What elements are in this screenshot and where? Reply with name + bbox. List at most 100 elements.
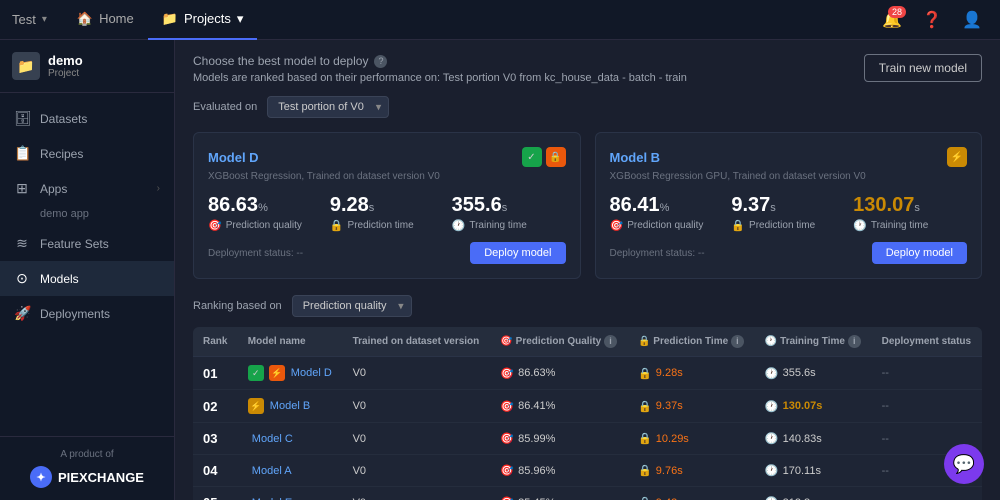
pt-info-icon[interactable]: i bbox=[731, 335, 744, 348]
notification-badge: 28 bbox=[888, 6, 906, 18]
cell-rank: 04 bbox=[193, 455, 238, 487]
model-b-pq: 86.41% 🎯 Prediction quality bbox=[610, 194, 724, 232]
layout: 📁 demo Project 🗄 Datasets 📋 Recipes ⊞ Ap… bbox=[0, 40, 1000, 500]
cell-pt: 🔒10.29s bbox=[628, 423, 755, 455]
model-d-badge-lock: 🔒 bbox=[546, 147, 566, 167]
model-b-metrics: 86.41% 🎯 Prediction quality 9.37s 🔒 Pred… bbox=[610, 194, 968, 232]
apps-sub-label: demo app bbox=[0, 206, 174, 226]
table-row: 01 ✓⚡ Model D V0 🎯86.63% 🔒9.28s 🕐355.6s … bbox=[193, 357, 982, 390]
model-name-link[interactable]: Model A bbox=[252, 465, 292, 477]
model-d-name[interactable]: Model D bbox=[208, 150, 259, 165]
cell-status: -- bbox=[872, 390, 982, 423]
cell-tt: 🕐130.07s bbox=[755, 390, 872, 423]
cell-status: -- bbox=[872, 357, 982, 390]
project-type: Project bbox=[48, 68, 83, 79]
row-badge: ⚡ bbox=[248, 398, 264, 414]
user-button[interactable]: 👤 bbox=[956, 4, 988, 36]
cell-rank: 05 bbox=[193, 487, 238, 500]
cell-pt: 🔒9.43s bbox=[628, 487, 755, 500]
pq-info-icon[interactable]: i bbox=[604, 335, 617, 348]
models-table: Rank Model name Trained on dataset versi… bbox=[193, 327, 982, 500]
cell-version: V0 bbox=[343, 357, 491, 390]
cell-version: V0 bbox=[343, 455, 491, 487]
sidebar-item-feature-sets[interactable]: ≋ Feature Sets bbox=[0, 226, 174, 261]
table-row: 05 Model E V0 🎯85.45% 🔒9.43s 🕐212.8s -- bbox=[193, 487, 982, 500]
table-header-row: Rank Model name Trained on dataset versi… bbox=[193, 327, 982, 357]
chat-button[interactable]: 💬 bbox=[944, 444, 984, 484]
cell-model-badges-name: Model E bbox=[238, 487, 343, 500]
project-name: demo bbox=[48, 53, 83, 68]
train-new-model-button[interactable]: Train new model bbox=[864, 54, 982, 82]
piex-name: PIEXCHANGE bbox=[58, 470, 144, 485]
brand-menu[interactable]: Test ▾ bbox=[12, 12, 47, 27]
help-button[interactable]: ❓ bbox=[916, 4, 948, 36]
brand-label: Test bbox=[12, 12, 36, 27]
tt-info-icon[interactable]: i bbox=[848, 335, 861, 348]
project-icon: 📁 bbox=[12, 52, 40, 80]
notifications-button[interactable]: 🔔 28 bbox=[876, 4, 908, 36]
model-b-tt: 130.07s 🕐 Training time bbox=[853, 194, 967, 232]
brand-chevron: ▾ bbox=[42, 14, 47, 25]
model-b-desc: XGBoost Regression GPU, Trained on datas… bbox=[610, 171, 968, 182]
nav-icons-group: 🔔 28 ❓ 👤 bbox=[876, 4, 988, 36]
model-cards: Model D ✓ 🔒 XGBoost Regression, Trained … bbox=[193, 132, 982, 279]
model-d-metrics: 86.63% 🎯 Prediction quality 9.28s 🔒 Pred… bbox=[208, 194, 566, 232]
nav-home[interactable]: 🏠 Home bbox=[63, 0, 148, 40]
apps-arrow: › bbox=[157, 183, 160, 194]
sidebar-item-apps[interactable]: ⊞ Apps › bbox=[0, 171, 174, 206]
sidebar-item-recipes[interactable]: 📋 Recipes bbox=[0, 136, 174, 171]
home-icon: 🏠 bbox=[77, 11, 93, 27]
ranking-select[interactable]: Prediction quality bbox=[292, 295, 412, 317]
cell-pt: 🔒9.37s bbox=[628, 390, 755, 423]
col-pt: 🔒 Prediction Time i bbox=[628, 327, 755, 357]
ranking-label: Ranking based on bbox=[193, 300, 282, 312]
projects-chevron: ▾ bbox=[237, 11, 244, 27]
top-nav: Test ▾ 🏠 Home 📁 Projects ▾ 🔔 28 ❓ 👤 bbox=[0, 0, 1000, 40]
model-b-pt: 9.37s 🔒 Prediction time bbox=[731, 194, 845, 232]
cell-pt: 🔒9.76s bbox=[628, 455, 755, 487]
datasets-icon: 🗄 bbox=[14, 110, 30, 127]
col-status: Deployment status bbox=[872, 327, 982, 357]
cell-pq: 🎯85.45% bbox=[490, 487, 628, 500]
cell-pq: 🎯85.96% bbox=[490, 455, 628, 487]
sidebar-item-models[interactable]: ⊙ Models bbox=[0, 261, 174, 296]
nav-projects[interactable]: 📁 Projects ▾ bbox=[148, 0, 258, 40]
model-d-deploy-button[interactable]: Deploy model bbox=[470, 242, 565, 264]
model-d-badges: ✓ 🔒 bbox=[522, 147, 566, 167]
cell-pt: 🔒9.28s bbox=[628, 357, 755, 390]
ranking-select-wrapper: Prediction quality bbox=[292, 295, 412, 317]
model-b-deploy-button[interactable]: Deploy model bbox=[872, 242, 967, 264]
deployments-icon: 🚀 bbox=[14, 305, 30, 322]
projects-icon: 📁 bbox=[162, 11, 178, 27]
col-model-name: Model name bbox=[238, 327, 343, 357]
model-name-link[interactable]: Model D bbox=[291, 367, 332, 379]
footer-text: A product of bbox=[12, 449, 162, 460]
model-d-status: Deployment status: -- bbox=[208, 248, 303, 259]
sidebar-item-deployments[interactable]: 🚀 Deployments bbox=[0, 296, 174, 331]
title-info-icon[interactable]: ? bbox=[374, 55, 387, 68]
main-title: Choose the best model to deploy ? bbox=[193, 54, 687, 68]
cell-version: V0 bbox=[343, 423, 491, 455]
cell-rank: 02 bbox=[193, 390, 238, 423]
model-name-link[interactable]: Model B bbox=[270, 400, 310, 412]
cell-tt: 🕐170.11s bbox=[755, 455, 872, 487]
chat-icon: 💬 bbox=[953, 454, 975, 475]
model-name-link[interactable]: Model C bbox=[252, 433, 293, 445]
cell-pq: 🎯86.63% bbox=[490, 357, 628, 390]
cell-version: V0 bbox=[343, 390, 491, 423]
table-row: 02 ⚡ Model B V0 🎯86.41% 🔒9.37s 🕐130.07s … bbox=[193, 390, 982, 423]
eval-select[interactable]: Test portion of V0 bbox=[267, 96, 389, 118]
cell-version: V0 bbox=[343, 487, 491, 500]
models-icon: ⊙ bbox=[14, 270, 30, 287]
ranking-row: Ranking based on Prediction quality bbox=[193, 295, 982, 317]
model-b-badges: ⚡ bbox=[947, 147, 967, 167]
sidebar-project: 📁 demo Project bbox=[0, 40, 174, 93]
row-badge: ⚡ bbox=[269, 365, 285, 381]
sidebar-item-datasets[interactable]: 🗄 Datasets bbox=[0, 101, 174, 136]
feature-sets-icon: ≋ bbox=[14, 235, 30, 252]
model-b-badge-gpu: ⚡ bbox=[947, 147, 967, 167]
model-b-name[interactable]: Model B bbox=[610, 150, 661, 165]
model-b-status: Deployment status: -- bbox=[610, 248, 705, 259]
cell-tt: 🕐355.6s bbox=[755, 357, 872, 390]
model-name-link[interactable]: Model E bbox=[252, 497, 292, 500]
